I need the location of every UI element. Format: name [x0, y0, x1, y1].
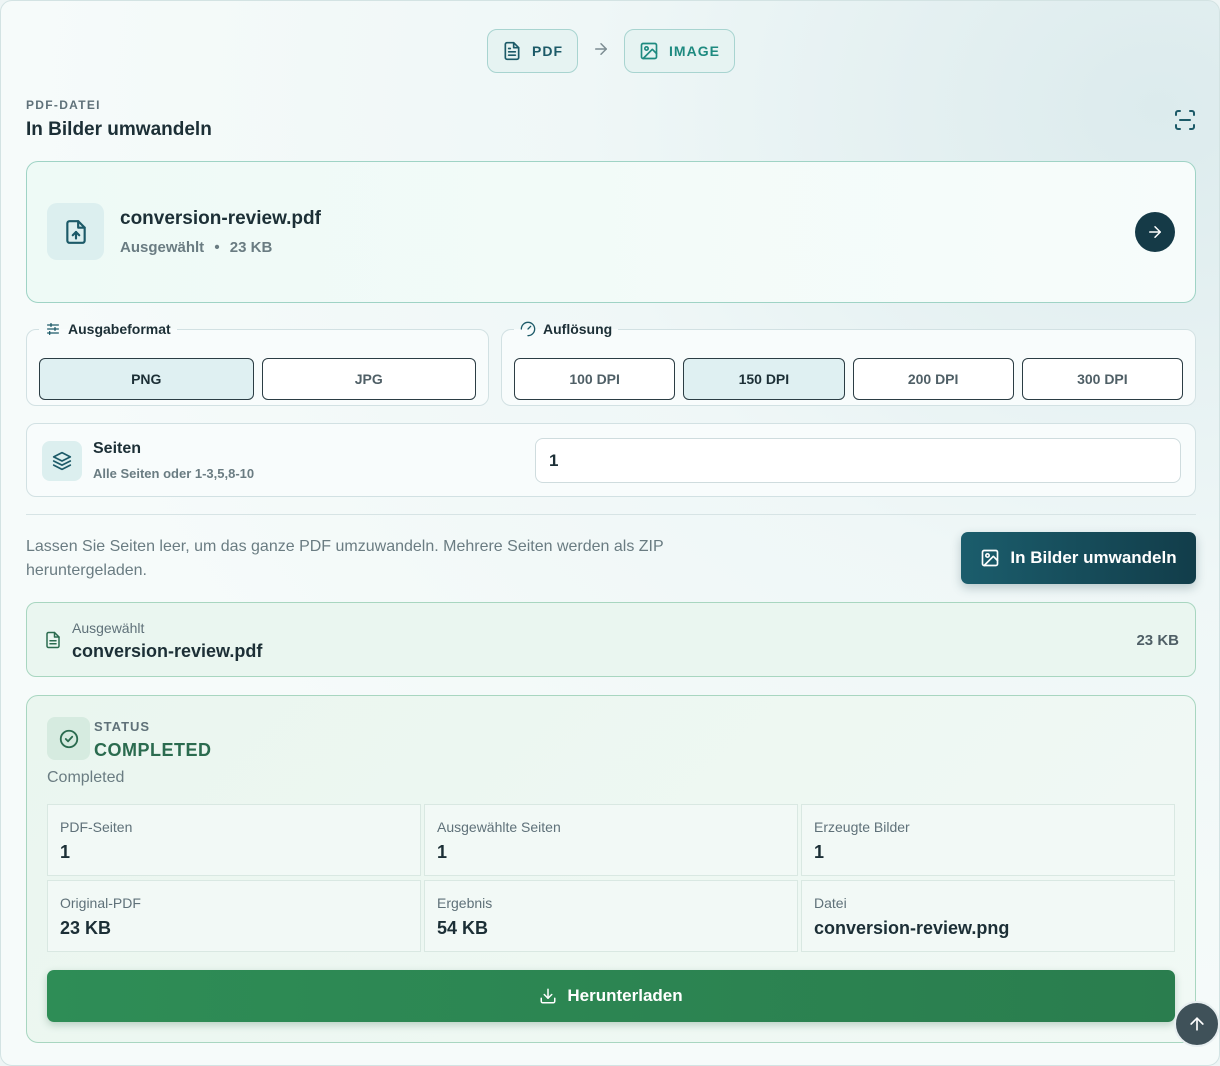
- stat-label: Erzeugte Bilder: [814, 819, 910, 835]
- format-option-png[interactable]: PNG: [39, 358, 254, 400]
- pages-hint: Alle Seiten oder 1-3,5,8-10: [93, 466, 255, 481]
- selected-file-size: 23 KB: [1136, 632, 1179, 649]
- status-value: COMPLETED: [94, 740, 212, 760]
- resolution-legend-text: Auflösung: [543, 321, 613, 337]
- file-text-icon: [44, 631, 62, 654]
- next-button[interactable]: [1135, 212, 1175, 252]
- stat-generated-images: Erzeugte Bilder 1: [801, 804, 1175, 876]
- selected-label: Ausgewählt: [72, 620, 145, 636]
- dpi-option-100[interactable]: 100 DPI: [514, 358, 676, 400]
- status-card: STATUS COMPLETED Completed PDF-Seiten 1 …: [26, 695, 1196, 1043]
- file-text-icon: [504, 41, 520, 61]
- stat-value: 1: [437, 842, 448, 862]
- stat-original-pdf: Original-PDF 23 KB: [47, 880, 421, 952]
- scroll-top-button[interactable]: [1174, 1001, 1220, 1047]
- format-group: Ausgabeformat PNG JPG: [26, 321, 489, 406]
- resolution-options: 100 DPI 150 DPI 200 DPI 300 DPI: [514, 358, 1183, 400]
- stat-value: 23 KB: [60, 918, 112, 938]
- pdf-chip: PDF: [487, 29, 579, 73]
- page-title: In Bilder umwandeln: [26, 119, 212, 140]
- dpi-option-200[interactable]: 200 DPI: [852, 358, 1014, 400]
- help-text: Lassen Sie Seiten leer, um das ganze PDF…: [26, 538, 664, 579]
- section-kicker: PDF-DATEI: [26, 98, 101, 112]
- download-button-label: Herunterladen: [567, 986, 683, 1005]
- stat-label: Ausgewählte Seiten: [437, 819, 561, 835]
- download-button[interactable]: Herunterladen: [47, 970, 1175, 1022]
- image-chip: IMAGE: [624, 29, 735, 73]
- conversion-flow: PDF IMAGE: [1, 29, 1220, 73]
- arrow-up-icon: [1190, 1017, 1204, 1031]
- selected-file-name: conversion-review.pdf: [72, 641, 263, 661]
- selected-file-card: Ausgewählt conversion-review.pdf 23 KB: [26, 602, 1196, 677]
- file-dropzone[interactable]: conversion-review.pdf Ausgewählt • 23 KB: [26, 161, 1196, 303]
- stat-result: Ergebnis 54 KB: [424, 880, 798, 952]
- stat-label: Ergebnis: [437, 895, 493, 911]
- status-kicker: STATUS: [94, 719, 151, 734]
- pages-field: Seiten Alle Seiten oder 1-3,5,8-10: [26, 423, 1196, 497]
- image-icon: [982, 549, 999, 567]
- dpi-option-300[interactable]: 300 DPI: [1021, 358, 1183, 400]
- format-legend-text: Ausgabeformat: [68, 321, 171, 337]
- arrow-right-icon: [592, 40, 610, 63]
- stat-label: Original-PDF: [60, 895, 141, 911]
- converter-card: PDF IMAGE PDF-DATEI In Bilder umwandeln …: [0, 0, 1220, 1066]
- check-circle-icon: [47, 717, 90, 760]
- format-options: PNG JPG: [39, 358, 476, 400]
- file-upload-icon: [47, 203, 104, 260]
- arrow-right-icon: [1149, 226, 1161, 238]
- meta-separator: •: [214, 239, 220, 256]
- status-description: Completed: [47, 769, 125, 786]
- file-state: Ausgewählt: [120, 239, 205, 256]
- image-chip-label: IMAGE: [669, 43, 720, 59]
- stats-grid: PDF-Seiten 1 Ausgewählte Seiten 1 Erzeug…: [47, 804, 1175, 952]
- image-icon: [640, 42, 658, 60]
- divider: [26, 514, 1196, 515]
- convert-button[interactable]: In Bilder umwandeln: [961, 532, 1196, 584]
- dpi-option-150[interactable]: 150 DPI: [683, 358, 845, 400]
- stat-label: PDF-Seiten: [60, 819, 133, 835]
- sliders-icon: [47, 323, 59, 335]
- stat-label: Datei: [814, 895, 847, 911]
- convert-button-label: In Bilder umwandeln: [1010, 548, 1177, 567]
- resolution-legend: Auflösung: [514, 321, 618, 337]
- stat-selected-pages: Ausgewählte Seiten 1: [424, 804, 798, 876]
- format-legend: Ausgabeformat: [39, 321, 177, 337]
- pdf-chip-label: PDF: [532, 43, 564, 59]
- file-size: 23 KB: [229, 239, 273, 256]
- stat-pdf-pages: PDF-Seiten 1: [47, 804, 421, 876]
- layers-icon: [42, 441, 82, 481]
- stat-value: 1: [814, 842, 825, 862]
- file-name: conversion-review.pdf: [120, 208, 321, 229]
- download-icon: [540, 988, 556, 1004]
- stat-file: Datei conversion-review.png: [801, 880, 1175, 952]
- gauge-icon: [520, 321, 536, 337]
- format-option-jpg[interactable]: JPG: [261, 358, 476, 400]
- file-meta: Ausgewählt • 23 KB: [120, 239, 272, 256]
- scan-icon[interactable]: [1173, 108, 1197, 132]
- pages-label: Seiten: [93, 440, 142, 457]
- stat-value: 1: [60, 842, 71, 862]
- stat-value: conversion-review.png: [814, 918, 1010, 938]
- pages-input[interactable]: [535, 438, 1181, 483]
- stat-value: 54 KB: [437, 918, 489, 938]
- resolution-group: Auflösung 100 DPI 150 DPI 200 DPI 300 DP…: [501, 321, 1196, 406]
